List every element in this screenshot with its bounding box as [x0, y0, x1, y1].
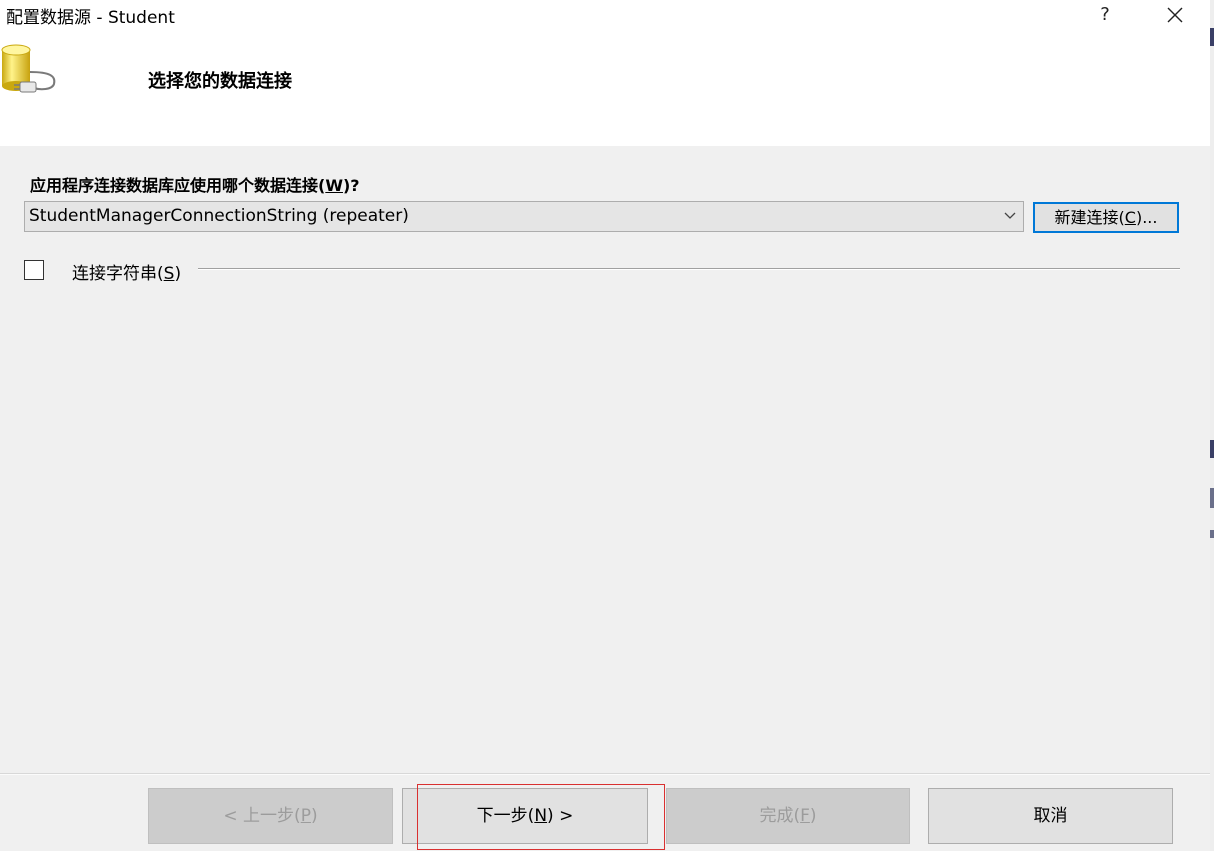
- window-title: 配置数据源 - Student: [6, 8, 175, 28]
- connection-string-label[interactable]: 连接字符串(S): [72, 259, 181, 284]
- close-button[interactable]: [1160, 2, 1190, 28]
- background-window-mark: [1210, 530, 1214, 538]
- next-button[interactable]: 下一步(N) >: [402, 788, 648, 844]
- new-connection-button[interactable]: 新建连接(C)...: [1033, 202, 1179, 233]
- background-window-mark: [1210, 440, 1214, 458]
- chevron-down-icon: [1004, 212, 1016, 219]
- connection-dropdown[interactable]: StudentManagerConnectionString (repeater…: [24, 201, 1024, 232]
- connection-string-checkbox[interactable]: [24, 260, 44, 280]
- page-title: 选择您的数据连接: [148, 71, 292, 92]
- help-button[interactable]: ?: [1090, 2, 1120, 28]
- background-window-mark: [1210, 488, 1214, 508]
- connection-question-label: 应用程序连接数据库应使用哪个数据连接(W)?: [30, 176, 360, 195]
- background-window-edge: [1210, 0, 1214, 851]
- connection-dropdown-value: StudentManagerConnectionString (repeater…: [29, 206, 409, 226]
- cancel-button[interactable]: 取消: [928, 788, 1173, 844]
- close-icon: [1167, 7, 1183, 23]
- finish-button[interactable]: 完成(F): [666, 788, 910, 844]
- database-connection-icon: [1, 44, 56, 93]
- footer-divider-highlight: [0, 774, 1210, 775]
- group-divider: [198, 268, 1180, 270]
- background-window-mark: [1210, 28, 1214, 46]
- wizard-header: 配置数据源 - Student ? 选择您的数据连接: [0, 0, 1210, 146]
- previous-button[interactable]: < 上一步(P): [148, 788, 393, 844]
